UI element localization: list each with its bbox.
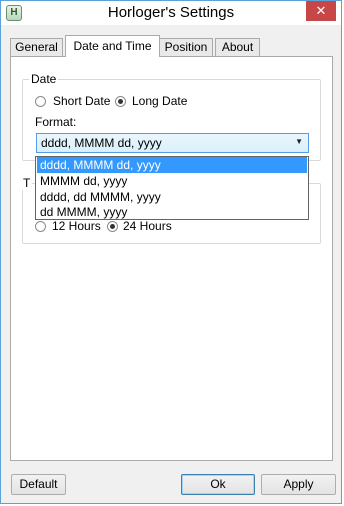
chevron-down-icon[interactable]: ▼ [295, 137, 303, 146]
long-date-label[interactable]: Long Date [132, 94, 187, 108]
format-option[interactable]: MMMM dd, yyyy [37, 173, 307, 189]
ok-button[interactable]: Ok [181, 474, 255, 495]
window-title: Horloger's Settings [107, 4, 235, 21]
format-combobox[interactable]: dddd, MMMM dd, yyyy ▼ [36, 133, 309, 153]
default-button[interactable]: Default [11, 474, 66, 495]
format-label: Format: [35, 115, 77, 129]
tab-date-and-time[interactable]: Date and Time [65, 35, 160, 57]
twelve-hours-label[interactable]: 12 Hours [52, 219, 101, 233]
twenty-four-hours-radio[interactable] [107, 221, 118, 232]
short-date-label[interactable]: Short Date [53, 94, 110, 108]
twenty-four-hours-label[interactable]: 24 Hours [123, 219, 172, 233]
tab-panel-date-and-time: Date Short Date Long Date Format: dddd, … [10, 56, 333, 461]
twelve-hours-radio[interactable] [35, 221, 46, 232]
long-date-radio[interactable] [115, 96, 126, 107]
apply-button[interactable]: Apply [261, 474, 336, 495]
format-option[interactable]: dddd, dd MMMM, yyyy [37, 189, 307, 205]
settings-window: H Horloger's Settings ✕ General Date and… [0, 0, 342, 504]
format-combobox-value: dddd, MMMM dd, yyyy [41, 136, 162, 150]
format-option[interactable]: dddd, MMMM dd, yyyy [37, 157, 307, 173]
tab-general[interactable]: General [10, 38, 63, 56]
format-dropdown-list: dddd, MMMM dd, yyyy MMMM dd, yyyy dddd, … [35, 156, 309, 220]
close-button[interactable]: ✕ [306, 1, 336, 21]
close-icon: ✕ [315, 3, 327, 18]
date-group-legend: Date [29, 72, 59, 86]
short-date-radio[interactable] [35, 96, 46, 107]
tab-position[interactable]: Position [159, 38, 213, 56]
title-bar[interactable]: H Horloger's Settings ✕ [1, 1, 341, 25]
tab-about[interactable]: About [215, 38, 260, 56]
time-group-legend: T [21, 176, 33, 190]
format-option[interactable]: dd MMMM, yyyy [37, 204, 307, 220]
